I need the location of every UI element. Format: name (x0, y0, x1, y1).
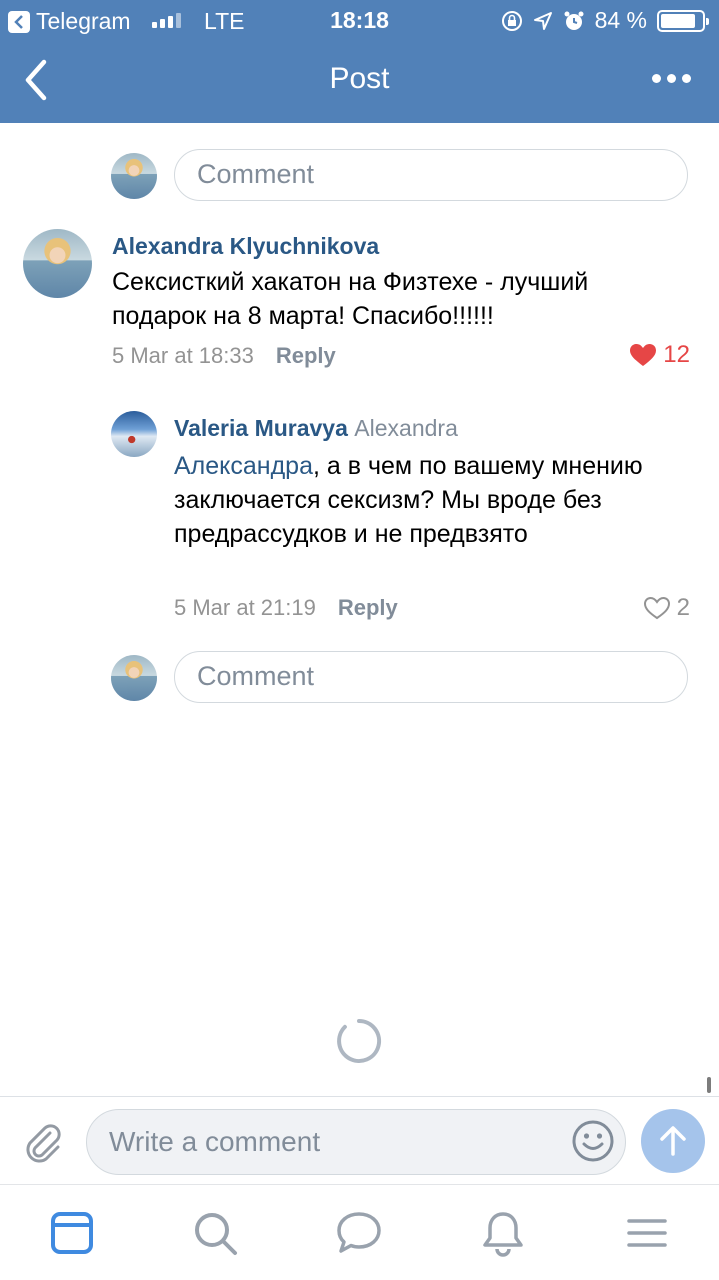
send-button[interactable] (641, 1109, 705, 1173)
current-user-avatar (111, 153, 157, 199)
comment-meta: 5 Mar at 18:33 Reply (112, 343, 336, 369)
news-icon[interactable] (48, 1209, 96, 1257)
loading-spinner-icon (337, 1018, 382, 1063)
comment-date: 5 Mar at 18:33 (112, 343, 254, 368)
comment-meta: 5 Mar at 21:19 Reply (174, 595, 398, 621)
nav-bar: Post (0, 40, 719, 123)
write-comment-input[interactable]: Write a comment (86, 1109, 626, 1175)
messages-icon[interactable] (335, 1209, 383, 1257)
battery-percent: 84 % (594, 7, 647, 33)
author-avatar[interactable] (111, 411, 157, 457)
emoji-icon[interactable] (571, 1119, 615, 1163)
tab-bar (0, 1184, 719, 1280)
like-count: 2 (676, 594, 690, 621)
comment-input[interactable]: Comment (174, 149, 688, 201)
scroll-indicator (707, 1077, 711, 1093)
comment-date: 5 Mar at 21:19 (174, 595, 316, 620)
current-user-avatar (111, 655, 157, 701)
reply-to-name: Alexandra (354, 415, 458, 441)
alarm-icon (564, 11, 584, 30)
status-bar: Telegram LTE 18:18 84 % (0, 0, 719, 40)
notifications-icon[interactable] (479, 1209, 527, 1257)
reply-button[interactable]: Reply (276, 343, 336, 368)
heart-outline-icon (643, 596, 670, 620)
comment-composer: Write a comment (0, 1096, 719, 1184)
arrow-up-icon (660, 1126, 686, 1156)
comment-author[interactable]: Alexandra Klyuchnikova (112, 233, 379, 260)
heart-filled-icon (630, 344, 657, 366)
page-title: Post (329, 62, 390, 95)
more-options-icon[interactable] (652, 74, 691, 83)
author-avatar[interactable] (23, 229, 92, 298)
like-button[interactable]: 12 (629, 341, 690, 369)
comment-author-name: Valeria Muravya (174, 415, 348, 441)
attach-icon[interactable] (20, 1119, 66, 1165)
header: Telegram LTE 18:18 84 % Post (0, 0, 719, 123)
comment-text: Сексисткий хакатон на Физтехе - лучший п… (112, 268, 589, 330)
battery-icon (657, 9, 709, 32)
search-icon[interactable] (191, 1209, 239, 1257)
location-icon (533, 11, 552, 30)
menu-icon[interactable] (623, 1209, 671, 1257)
comment-author[interactable]: Valeria Muravya Alexandra (174, 415, 458, 442)
comment-text: Александра, а в чем по вашему мнению зак… (174, 449, 674, 551)
mention-link[interactable]: Александра (174, 452, 313, 480)
status-right: 84 % (501, 7, 709, 34)
like-button[interactable]: 2 (643, 594, 690, 622)
like-count: 12 (663, 341, 690, 368)
rotation-lock-icon (501, 10, 522, 31)
reply-button[interactable]: Reply (338, 595, 398, 620)
reply-comment-input[interactable]: Comment (174, 651, 688, 703)
